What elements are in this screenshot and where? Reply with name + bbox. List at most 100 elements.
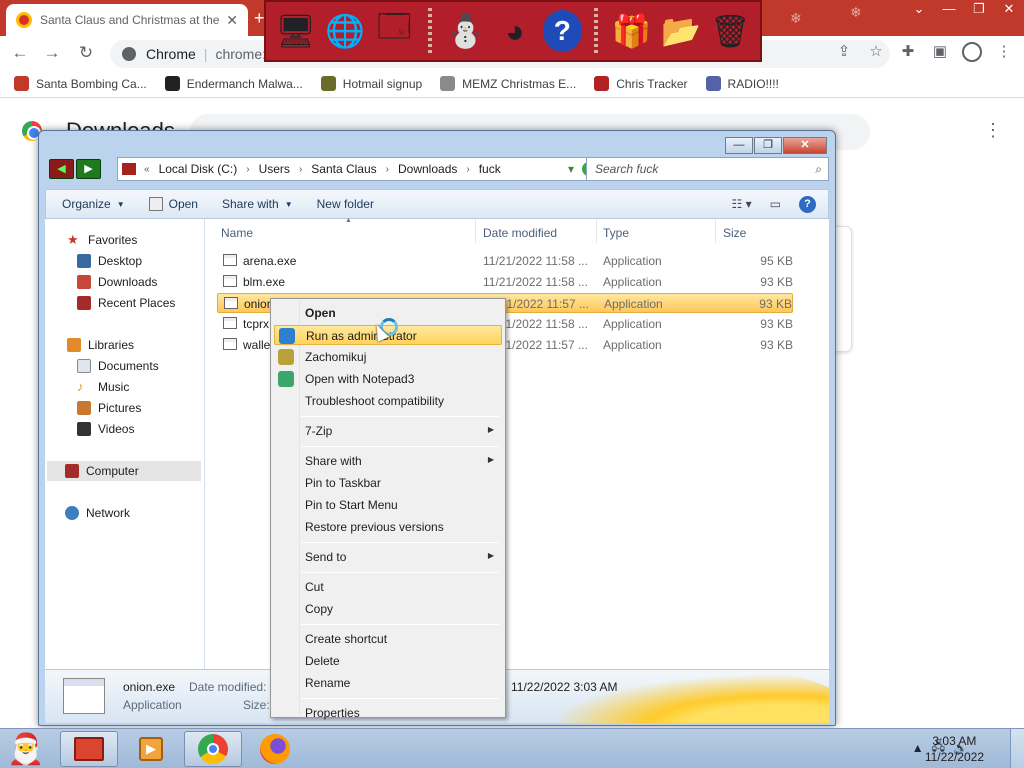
recycle-bin-gadget-icon[interactable]: 🗑	[709, 8, 752, 54]
menu-item-pin-to-taskbar[interactable]: Pin to Taskbar	[274, 473, 502, 493]
reload-icon[interactable]: ↻	[74, 42, 98, 64]
command-open-button[interactable]: Open	[148, 197, 198, 211]
explorer-maximize-button[interactable]: ❐	[754, 137, 782, 154]
file-row[interactable]: blm.exe 11/21/2022 11:58 ... Application 93…	[217, 272, 793, 292]
side-panel-icon[interactable]: ▣	[930, 42, 950, 62]
search-icon[interactable]: ⌕	[815, 162, 822, 177]
chrome-icon[interactable]	[184, 731, 242, 767]
menu-item-troubleshoot-compatibility[interactable]: Troubleshoot compatibility	[274, 391, 502, 411]
folder-gadget-icon[interactable]: 📂	[659, 8, 702, 54]
breadcrumb-item[interactable]: Downloads	[398, 162, 457, 176]
forward-arrow-icon[interactable]: →	[40, 42, 64, 64]
santa-start-icon[interactable]: 🎅	[2, 730, 50, 768]
column-divider[interactable]	[475, 219, 476, 243]
explorer-icon[interactable]	[60, 731, 118, 767]
chrome-menu-icon[interactable]: ⋮	[994, 42, 1014, 62]
bookmark-item[interactable]: RADIO!!!!	[705, 76, 779, 91]
close-button[interactable]: ✕	[994, 0, 1024, 20]
menu-item-rename[interactable]: Rename	[274, 673, 502, 693]
nav-downloads[interactable]: Downloads	[77, 275, 157, 289]
new-tab-button[interactable]: +	[254, 8, 265, 29]
firefox-icon[interactable]	[246, 731, 304, 767]
media-player-icon[interactable]: ▶	[122, 731, 180, 767]
breadcrumb-overflow-icon[interactable]: «	[144, 164, 150, 175]
control-panel-gadget-icon[interactable]: 🗔	[373, 8, 416, 54]
menu-item-share-with[interactable]: Share with ▶	[274, 451, 502, 471]
nav-pictures[interactable]: Pictures	[77, 401, 141, 415]
tab-close-icon[interactable]: ✕	[226, 12, 238, 29]
restore-button[interactable]: ❐	[964, 0, 994, 20]
nav-desktop[interactable]: Desktop	[77, 254, 142, 268]
address-dropdown-icon[interactable]: ▾	[568, 162, 574, 176]
computer-gadget-icon[interactable]: 🖥	[274, 8, 317, 54]
bookmark-star-icon[interactable]: ☆	[866, 42, 886, 62]
taskbar-clock[interactable]: 3:03 AM 11/22/2022	[925, 733, 984, 765]
command-new-folder-button[interactable]: New folder	[317, 197, 374, 211]
extensions-puzzle-icon[interactable]: ✚	[898, 42, 918, 62]
column-header-date[interactable]: Date modified	[483, 226, 557, 240]
explorer-search-input[interactable]: Search fuck ⌕	[586, 157, 829, 181]
column-divider[interactable]	[596, 219, 597, 243]
minimize-button[interactable]: —	[934, 0, 964, 20]
nav-videos[interactable]: Videos	[77, 422, 134, 436]
tab-search-button[interactable]: ⌄	[904, 0, 934, 20]
nav-network[interactable]: Network	[65, 506, 130, 520]
menu-item-restore-previous-versions[interactable]: Restore previous versions	[274, 517, 502, 537]
nav-documents[interactable]: Documents	[77, 359, 159, 373]
menu-item-zachomikuj[interactable]: Zachomikuj	[274, 347, 502, 367]
breadcrumb-chevron-icon[interactable]: ›	[386, 164, 389, 175]
column-header-type[interactable]: Type	[603, 226, 629, 240]
nav-recent-places[interactable]: Recent Places	[77, 296, 175, 310]
menu-item-delete[interactable]: Delete	[274, 651, 502, 671]
browser-tab[interactable]: Santa Claus and Christmas at the ✕	[6, 4, 248, 36]
menu-item-cut[interactable]: Cut	[274, 577, 502, 597]
bookmark-item[interactable]: Hotmail signup	[320, 76, 422, 91]
snowman-gadget-icon[interactable]: ⛄	[444, 8, 487, 54]
nav-favorites[interactable]: ★ Favorites	[67, 233, 137, 248]
breadcrumb-chevron-icon[interactable]: ›	[466, 164, 469, 175]
breadcrumb-chevron-icon[interactable]: ›	[246, 164, 249, 175]
menu-item-copy[interactable]: Copy	[274, 599, 502, 619]
help-gadget-icon[interactable]: ?	[542, 10, 583, 52]
profile-avatar-icon[interactable]	[962, 42, 982, 62]
menu-item-7-zip[interactable]: 7-Zip ▶	[274, 421, 502, 441]
explorer-address-bar[interactable]: « Local Disk (C:) › Users › Santa Claus › Down…	[117, 157, 603, 181]
bookmark-item[interactable]: Santa Bombing Ca...	[14, 76, 147, 91]
color-wheel-gadget-icon[interactable]: ◕	[493, 8, 536, 54]
nav-music[interactable]: ♪ Music	[77, 380, 129, 395]
menu-item-open-with-notepad3[interactable]: Open with Notepad3	[274, 369, 502, 389]
show-hidden-icons-icon[interactable]: ▲	[912, 741, 924, 755]
column-header-name[interactable]: Name	[221, 226, 253, 240]
breadcrumb-item[interactable]: Users	[259, 162, 290, 176]
share-icon[interactable]: ⇪	[834, 42, 854, 62]
gift-gadget-icon[interactable]: 🎁	[610, 8, 653, 54]
breadcrumb-item[interactable]: Local Disk (C:)	[159, 162, 238, 176]
view-options-icon[interactable]: ☷ ▾	[732, 197, 752, 211]
menu-item-pin-to-start-menu[interactable]: Pin to Start Menu	[274, 495, 502, 515]
preview-pane-icon[interactable]: ▭	[770, 197, 781, 211]
explorer-minimize-button[interactable]: —	[725, 137, 753, 154]
explorer-forward-button[interactable]: ▶	[76, 159, 101, 179]
bookmark-item[interactable]: Chris Tracker	[594, 76, 688, 91]
nav-libraries[interactable]: Libraries	[67, 338, 134, 352]
downloads-menu-icon[interactable]: ⋮	[984, 120, 1002, 141]
breadcrumb-chevron-icon[interactable]: ›	[299, 164, 302, 175]
bookmark-item[interactable]: Endermanch Malwa...	[164, 76, 303, 91]
column-header-size[interactable]: Size	[723, 226, 746, 240]
menu-item-create-shortcut[interactable]: Create shortcut	[274, 629, 502, 649]
file-row[interactable]: arena.exe 11/21/2022 11:58 ... Application…	[217, 251, 793, 271]
show-desktop-button[interactable]	[1010, 729, 1024, 768]
bookmark-item[interactable]: MEMZ Christmas E...	[440, 76, 576, 91]
globe-gadget-icon[interactable]: 🌐	[323, 8, 366, 54]
nav-computer[interactable]: Computer	[47, 461, 201, 481]
menu-item-send-to[interactable]: Send to ▶	[274, 547, 502, 567]
explorer-close-button[interactable]: ✕	[783, 137, 827, 154]
breadcrumb-item[interactable]: Santa Claus	[311, 162, 376, 176]
command-share-with-button[interactable]: Share with ▼	[222, 197, 293, 211]
back-arrow-icon[interactable]: ←	[8, 42, 32, 64]
menu-item-properties[interactable]: Properties	[274, 703, 502, 723]
breadcrumb-item[interactable]: fuck	[479, 162, 501, 176]
command-organize-button[interactable]: Organize ▼	[62, 197, 125, 211]
column-divider[interactable]	[715, 219, 716, 243]
help-icon[interactable]: ?	[799, 195, 816, 213]
